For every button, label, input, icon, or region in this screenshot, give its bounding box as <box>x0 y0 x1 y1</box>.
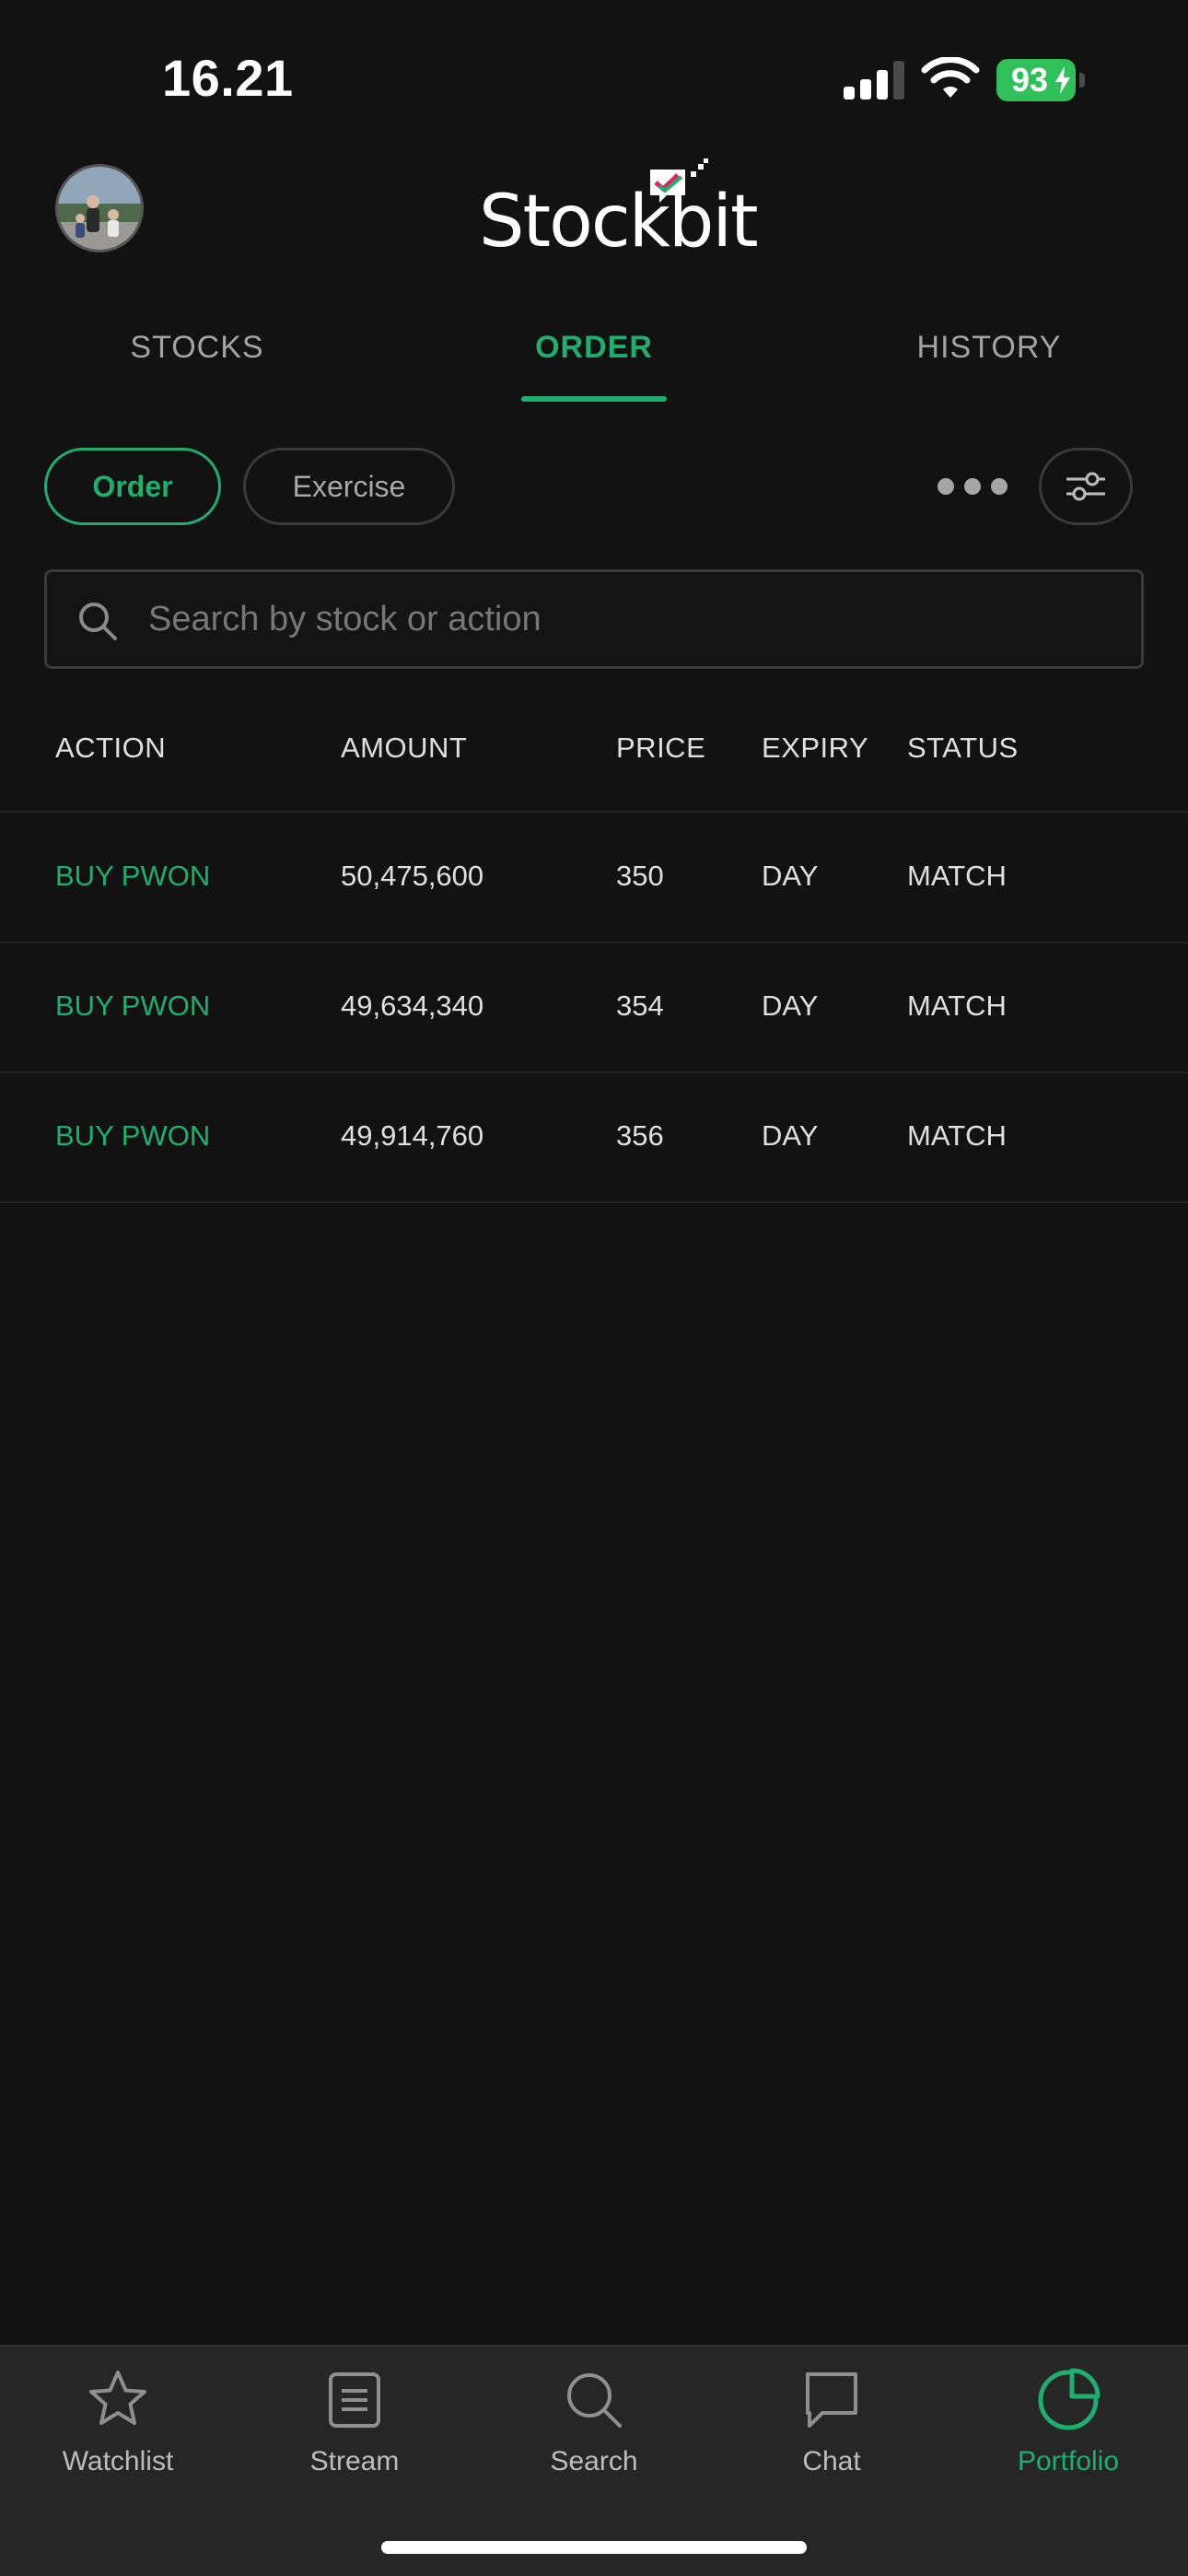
filter-settings-button[interactable] <box>1039 448 1133 525</box>
order-expiry: DAY <box>762 860 819 892</box>
status-time: 16.21 <box>162 49 294 107</box>
column-header-expiry: EXPIRY <box>762 732 869 764</box>
order-screen: 16.21 93 Stockbit STOCKS ORDER HISTORY O… <box>0 0 1188 2576</box>
order-status: MATCH <box>907 1119 1007 1152</box>
nav-chat[interactable]: Chat <box>730 2367 933 2505</box>
column-header-amount: AMOUNT <box>341 732 468 764</box>
order-expiry: DAY <box>762 989 819 1022</box>
portfolio-tabs: STOCKS ORDER HISTORY <box>0 313 1188 405</box>
profile-avatar[interactable] <box>55 164 144 252</box>
charging-bolt-icon <box>1055 66 1070 94</box>
search-icon <box>79 603 117 640</box>
nav-label: Search <box>550 2446 638 2476</box>
cellular-signal-icon <box>844 61 904 100</box>
column-header-status: STATUS <box>907 732 1019 764</box>
order-status: MATCH <box>907 860 1007 892</box>
order-price: 354 <box>616 989 664 1022</box>
tab-history[interactable]: HISTORY <box>851 330 1127 366</box>
search-input[interactable] <box>148 591 1106 648</box>
order-amount: 49,914,760 <box>341 1119 484 1152</box>
nav-watchlist[interactable]: Watchlist <box>17 2367 219 2505</box>
exercise-filter-chip[interactable]: Exercise <box>243 448 455 525</box>
more-options-icon[interactable] <box>938 470 1007 503</box>
status-bar: 16.21 93 <box>0 0 1188 157</box>
order-action: BUY PWON <box>55 989 211 1022</box>
battery-indicator: 93 <box>996 59 1085 101</box>
nav-label: Portfolio <box>1017 2446 1120 2476</box>
sliders-icon <box>1066 472 1105 501</box>
wifi-icon <box>921 57 980 98</box>
order-expiry: DAY <box>762 1119 819 1152</box>
nav-label: Stream <box>309 2446 400 2476</box>
order-amount: 49,634,340 <box>341 989 484 1022</box>
order-amount: 50,475,600 <box>341 860 484 892</box>
nav-label: Chat <box>802 2446 861 2476</box>
search-icon <box>567 2373 622 2428</box>
active-tab-indicator <box>521 396 667 402</box>
nav-search[interactable]: Search <box>493 2367 695 2505</box>
chat-icon <box>806 2372 857 2428</box>
stream-icon <box>329 2372 380 2428</box>
table-row[interactable]: BUY PWON 49,634,340 354 DAY MATCH <box>0 943 1188 1073</box>
avatar-photo <box>58 167 141 250</box>
tab-stocks[interactable]: STOCKS <box>59 330 335 366</box>
tab-order[interactable]: ORDER <box>456 330 732 366</box>
logo-mark-icon <box>650 158 708 203</box>
table-row[interactable]: BUY PWON 49,914,760 356 DAY MATCH <box>0 1073 1188 1203</box>
nav-label: Watchlist <box>62 2446 174 2476</box>
search-box <box>44 569 1144 669</box>
nav-portfolio[interactable]: Portfolio <box>967 2367 1170 2505</box>
star-icon <box>89 2371 146 2425</box>
order-status: MATCH <box>907 989 1007 1022</box>
pie-chart-icon <box>1038 2368 1101 2430</box>
column-header-action: ACTION <box>55 732 167 764</box>
order-action: BUY PWON <box>55 860 211 892</box>
nav-stream[interactable]: Stream <box>253 2367 456 2505</box>
orders-table-header: ACTION AMOUNT PRICE EXPIRY STATUS <box>0 719 1188 813</box>
battery-cap <box>1079 73 1085 88</box>
home-indicator <box>381 2541 807 2554</box>
battery-percent: 93 <box>1010 61 1049 99</box>
stockbit-logo: Stockbit <box>479 181 759 263</box>
order-filter-chip[interactable]: Order <box>44 448 221 525</box>
column-header-price: PRICE <box>616 732 706 764</box>
order-price: 356 <box>616 1119 664 1152</box>
order-action: BUY PWON <box>55 1119 211 1152</box>
order-price: 350 <box>616 860 664 892</box>
table-row[interactable]: BUY PWON 50,475,600 350 DAY MATCH <box>0 814 1188 943</box>
